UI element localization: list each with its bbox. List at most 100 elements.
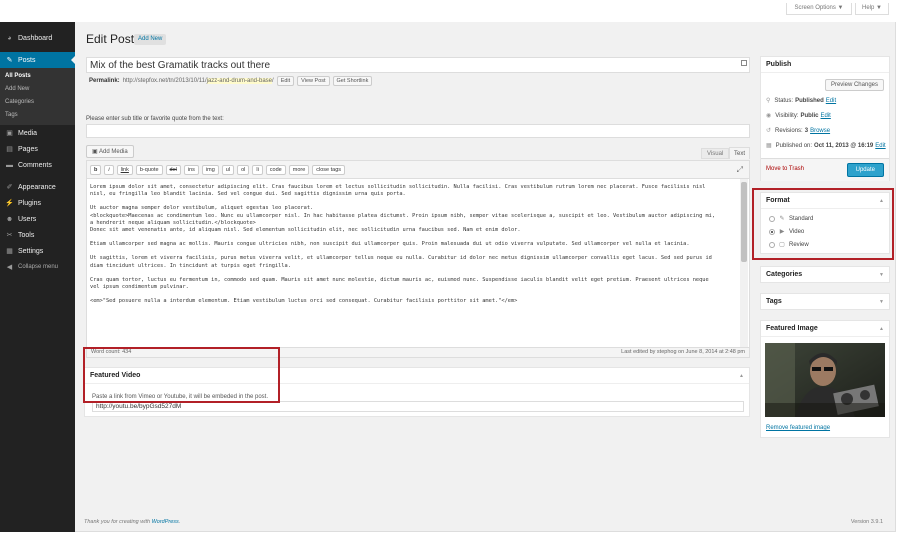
wordpress-link[interactable]: WordPress [152, 519, 179, 525]
comment-icon: ▬ [6, 161, 13, 169]
qt-del-button[interactable]: del [165, 164, 181, 175]
expand-icon[interactable] [741, 60, 747, 66]
qt-ins-button[interactable]: ins [183, 164, 199, 175]
status-label: Status: [774, 97, 794, 104]
posts-submenu: All Posts Add New Categories Tags [0, 68, 75, 125]
categories-box: Categories ▼ [760, 266, 890, 283]
visibility-value: Public [800, 112, 819, 119]
qt-more-button[interactable]: more [288, 164, 310, 175]
sidebar-item-media[interactable]: ▣ Media [0, 125, 75, 141]
submenu-categories[interactable]: Categories [0, 96, 75, 109]
sidebar-item-users[interactable]: ☻ Users [0, 211, 75, 227]
permalink-slug[interactable]: jazz-and-drum-and-base [206, 78, 273, 84]
fullscreen-icon[interactable]: ⤢ [737, 165, 743, 175]
sidebar-item-comments[interactable]: ▬ Comments [0, 157, 75, 173]
content-editor[interactable]: Lorem ipsum dolor sit amet, consectetur … [86, 178, 750, 348]
status-edit-link[interactable]: Edit [826, 98, 836, 104]
editor-paragraph: Cras quam tortor, luctus eu fermentum in… [90, 276, 709, 291]
featured-video-highlight [83, 347, 280, 403]
preview-changes-button[interactable]: Preview Changes [824, 79, 884, 91]
tab-visual[interactable]: Visual [701, 148, 730, 159]
sidebar-item-label: Comments [18, 161, 52, 169]
browse-revisions-link[interactable]: Browse [810, 128, 830, 134]
edit-permalink-button[interactable]: Edit [276, 76, 295, 86]
qt-italic-button[interactable]: i [104, 164, 114, 175]
sidebar-item-label: Settings [18, 247, 44, 255]
featured-image-title: Featured Image [766, 325, 818, 332]
tab-text[interactable]: Text [729, 147, 751, 159]
eye-icon: ◉ [766, 113, 772, 119]
admin-sidebar: ◕ Dashboard ✎ Posts All Posts Add New Cate… [0, 22, 75, 532]
submenu-add-new[interactable]: Add New [0, 83, 75, 96]
help-tab[interactable]: Help ▼ [855, 3, 889, 15]
get-shortlink-button[interactable]: Get Shortlink [332, 76, 373, 86]
screen-options-tab[interactable]: Screen Options ▼ [786, 3, 852, 15]
editor-paragraph: Ut sagittis, lorem et viverra facilisis,… [90, 255, 712, 269]
permalink-url[interactable]: http://stepfox.net/tn/2013/10/11/jazz-an… [123, 78, 274, 84]
toggle-arrow-icon[interactable]: ▼ [879, 267, 884, 283]
featured-image-box: Featured Image ▲ Remove featured image [760, 320, 890, 438]
collapse-icon: ◀ [6, 264, 13, 271]
remove-featured-image-link[interactable]: Remove featured image [766, 425, 830, 431]
sidebar-item-tools[interactable]: ✂ Tools [0, 227, 75, 243]
sidebar-item-settings[interactable]: ▦ Settings [0, 243, 75, 259]
toggle-arrow-icon[interactable]: ▼ [879, 294, 884, 310]
submenu-all-posts[interactable]: All Posts [0, 70, 75, 83]
media-icon: ▣ [6, 130, 13, 137]
format-highlight [752, 188, 894, 260]
published-row: ▦ Published on: Oct 11, 2013 @ 16:19 Edit [766, 142, 886, 150]
add-new-button[interactable]: Add New [134, 34, 167, 45]
sidebar-item-plugins[interactable]: ⚡ Plugins [0, 195, 75, 211]
update-button[interactable]: Update [846, 163, 884, 177]
settings-icon: ▦ [6, 248, 13, 255]
toggle-arrow-icon[interactable]: ▲ [739, 368, 744, 384]
quicktags-toolbar: b i link b-quote del ins img ul ol li co… [86, 160, 750, 178]
post-title-input[interactable]: Mix of the best Gramatik tracks out ther… [86, 57, 750, 73]
published-edit-link[interactable]: Edit [875, 143, 885, 149]
editor-paragraph: Etiam ullamcorper sed magna ac mollis. M… [90, 241, 690, 248]
editor-scrollbar-thumb[interactable] [741, 182, 747, 262]
subtitle-input[interactable] [86, 124, 750, 138]
categories-header[interactable]: Categories ▼ [761, 267, 889, 283]
footer-thanks: Thank you for creating with [84, 519, 152, 525]
media-icon: ▣ [92, 149, 100, 155]
user-icon: ☻ [5, 215, 14, 223]
submenu-tags[interactable]: Tags [0, 109, 75, 122]
categories-title: Categories [766, 271, 803, 278]
featured-image-thumbnail[interactable] [765, 343, 885, 417]
sidebar-item-appearance[interactable]: ✐ Appearance [0, 179, 75, 195]
featured-image-header[interactable]: Featured Image ▲ [761, 321, 889, 337]
revisions-value: 3 [804, 127, 809, 134]
collapse-label: Collapse menu [18, 264, 59, 270]
sidebar-item-label: Plugins [18, 199, 41, 207]
move-to-trash-link[interactable]: Move to Trash [766, 166, 804, 172]
qt-close-tags-button[interactable]: close tags [312, 164, 346, 175]
qt-ol-button[interactable]: ol [237, 164, 250, 175]
view-post-button[interactable]: View Post [297, 76, 330, 86]
sidebar-item-pages[interactable]: ▤ Pages [0, 141, 75, 157]
qt-img-button[interactable]: img [201, 164, 219, 175]
sidebar-item-dashboard[interactable]: ◕ Dashboard [0, 30, 75, 46]
qt-li-button[interactable]: li [252, 164, 263, 175]
qt-code-button[interactable]: code [265, 164, 286, 175]
collapse-menu[interactable]: ◀ Collapse menu [0, 259, 75, 275]
permalink-label: Permalink: [89, 78, 120, 84]
qt-bold-button[interactable]: b [90, 164, 102, 175]
sidebar-item-posts[interactable]: ✎ Posts [0, 52, 75, 68]
editor-paragraph: Lorem ipsum dolor sit amet, consectetur … [90, 184, 706, 198]
plug-icon: ⚡ [5, 200, 14, 207]
pages-icon: ▤ [6, 146, 13, 153]
qt-bquote-button[interactable]: b-quote [135, 164, 163, 175]
tags-header[interactable]: Tags ▼ [761, 294, 889, 310]
toggle-arrow-icon[interactable]: ▲ [879, 321, 884, 337]
permalink-row: Permalink: http://stepfox.net/tn/2013/10… [89, 76, 373, 86]
dj-photo [765, 343, 885, 417]
sidebar-item-label: Posts [18, 56, 36, 64]
add-media-button[interactable]: ▣ Add Media [86, 145, 134, 158]
publish-header[interactable]: Publish [761, 57, 889, 73]
editor-paragraph: <em>"Sed posuere nulla a interdum elemen… [90, 298, 518, 305]
visibility-edit-link[interactable]: Edit [821, 113, 831, 119]
qt-link-button[interactable]: link [116, 164, 133, 175]
qt-ul-button[interactable]: ul [221, 164, 235, 175]
editor-paragraph: Ut auctor magna semper dolor vestibulum,… [90, 205, 716, 234]
